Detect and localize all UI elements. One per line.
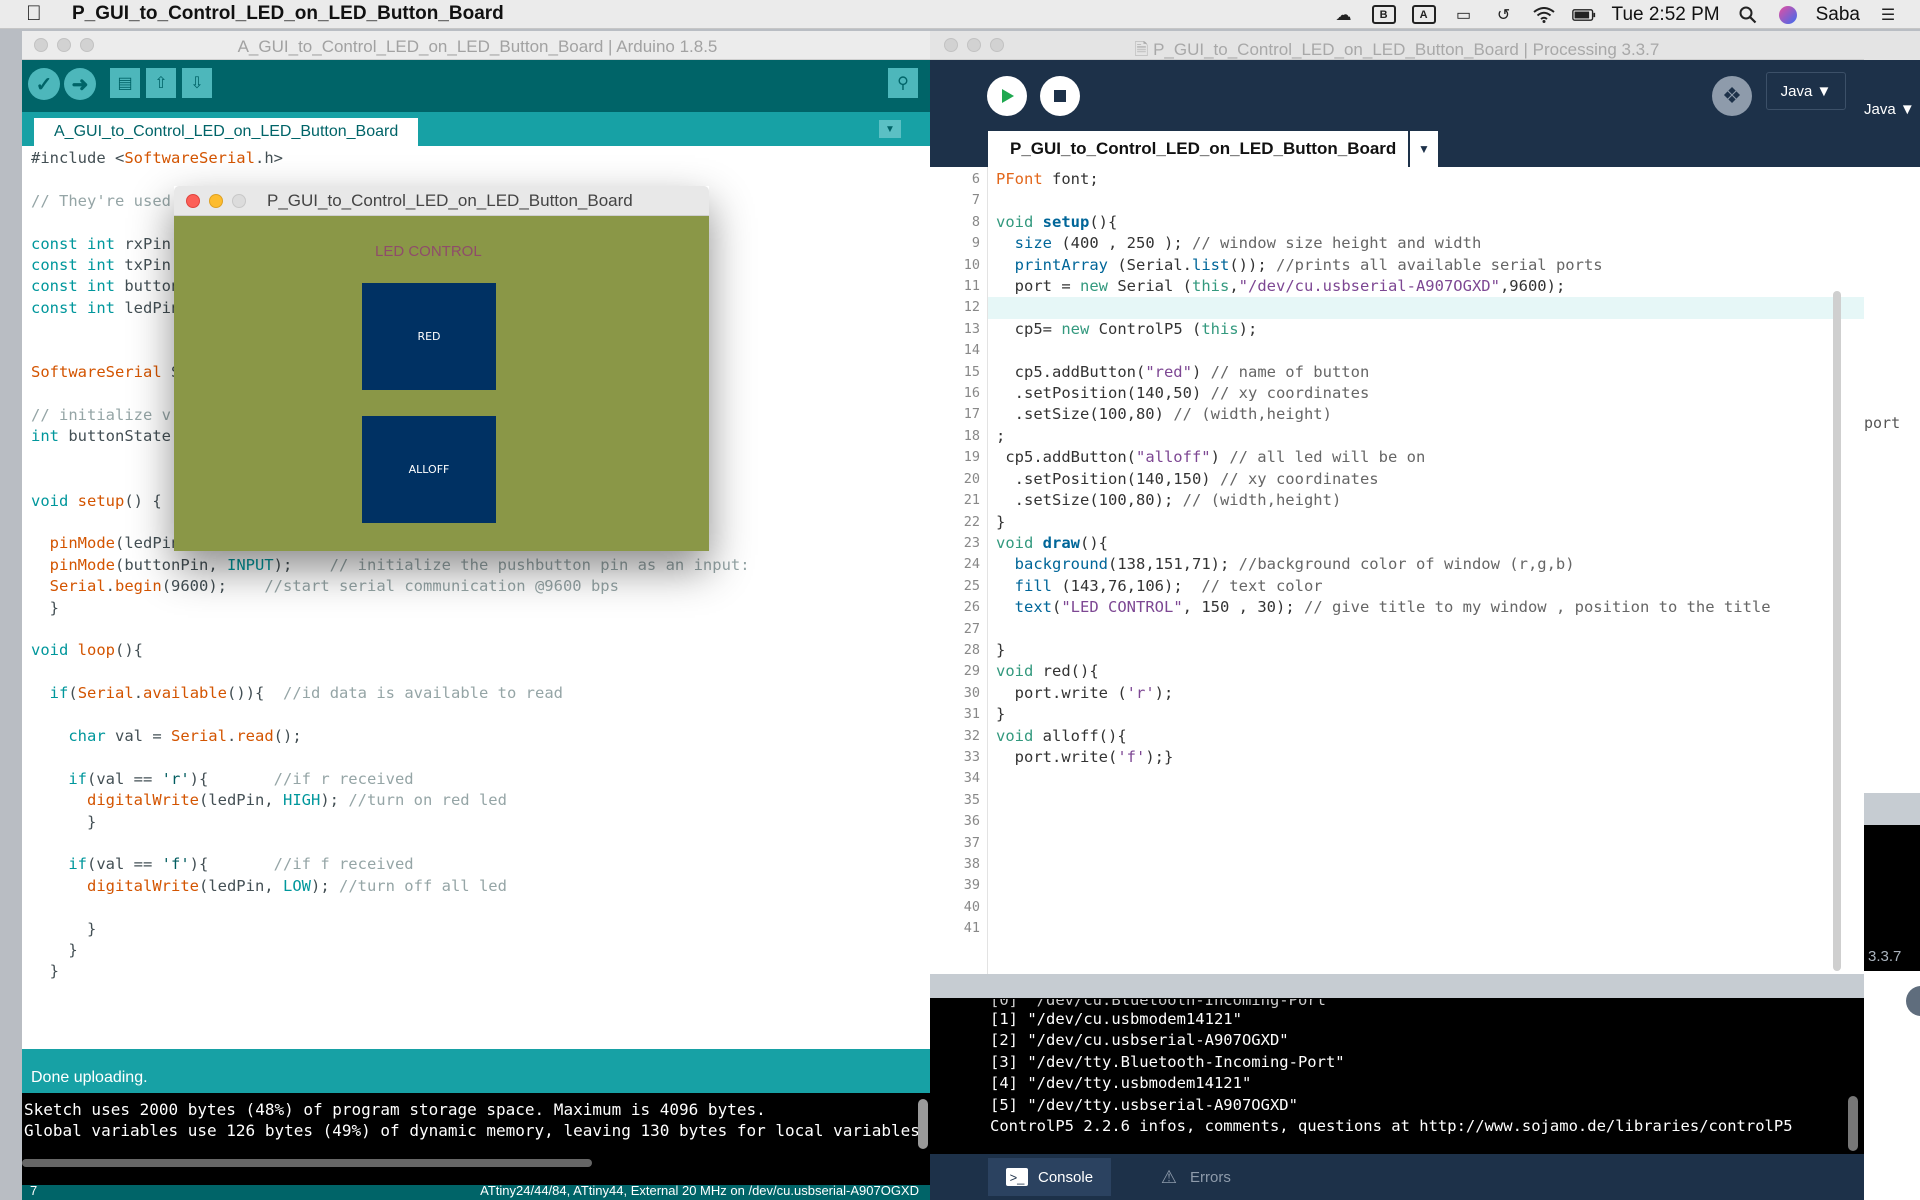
upload-button[interactable]: ➜ (64, 68, 96, 100)
line-numbers: 6 7 8 9 10 11 12 13 14 15 16 17 18 19 20… (963, 171, 980, 937)
console-divider[interactable] (930, 974, 1864, 998)
clock[interactable]: Tue 2:52 PM (1612, 4, 1720, 26)
processing-code-editor[interactable]: PFont font; void setup(){ size (400 , 25… (996, 169, 1771, 768)
airplay-icon[interactable]: ▭ (1452, 5, 1476, 25)
background-code-text: port (1864, 414, 1901, 432)
status-text: Done uploading. (31, 1069, 148, 1086)
status-area: ☁ B A ▭ ↺ Tue 2:52 PM Saba ☰ (1332, 0, 1920, 29)
console-scrollbar[interactable] (1848, 1096, 1858, 1151)
tab-menu-button[interactable]: ▼ (1410, 131, 1438, 167)
arduino-tab-bar: A_GUI_to_Control_LED_on_LED_Button_Board… (22, 112, 932, 146)
battery-icon[interactable] (1571, 5, 1596, 25)
processing-window: 🗎 P_GUI_to_Control_LED_on_LED_Button_Boa… (930, 31, 1864, 1200)
version-label: 3.3.7 (1868, 948, 1902, 965)
board-info: ATtiny24/44/84, ATtiny44, External 20 MH… (480, 1183, 919, 1198)
notification-center-icon[interactable]: ☰ (1876, 5, 1900, 25)
board-info-bar: 7 ATtiny24/44/84, ATtiny44, External 20 … (22, 1183, 932, 1200)
background-processing-window: Java ▼ port 3.3.7 (1864, 31, 1920, 1200)
background-title-bar[interactable] (1864, 31, 1920, 60)
tab-errors[interactable]: ⚠ Errors (1140, 1158, 1249, 1196)
close-button[interactable] (186, 194, 200, 208)
tab-sketch[interactable]: A_GUI_to_Control_LED_on_LED_Button_Board (34, 118, 419, 146)
console-line: [0] "/dev/cu.Bluetooth-Incoming-Port" (990, 999, 1336, 1009)
bitdefender-icon[interactable]: B (1371, 5, 1396, 24)
led-window-title: P_GUI_to_Control_LED_on_LED_Button_Board (267, 191, 633, 210)
mode-selector[interactable]: Java ▼ (1766, 72, 1846, 110)
led-control-canvas: LED CONTROL RED ALLOFF (174, 216, 709, 551)
console-line: [2] "/dev/cu.usbserial-A907OGXD" (990, 1031, 1289, 1050)
alloff-button[interactable]: ALLOFF (362, 416, 496, 523)
active-app-title[interactable]: P_GUI_to_Control_LED_on_LED_Button_Board (72, 3, 504, 25)
minimize-button[interactable] (209, 194, 223, 208)
user-name[interactable]: Saba (1816, 4, 1860, 26)
console-line: [3] "/dev/tty.Bluetooth-Incoming-Port" (990, 1052, 1345, 1071)
window-title: A_GUI_to_Control_LED_on_LED_Button_Board… (237, 37, 718, 56)
status-bar: Done uploading. (22, 1049, 932, 1093)
console-line: [1] "/dev/cu.usbmodem14121" (990, 1010, 1242, 1028)
open-button[interactable]: ⇧ (146, 68, 176, 98)
stop-button[interactable] (1040, 76, 1080, 116)
red-button[interactable]: RED (362, 283, 496, 390)
tab-sketch[interactable]: P_GUI_to_Control_LED_on_LED_Button_Board (988, 131, 1408, 167)
arduino-console[interactable]: Sketch uses 2000 bytes (48%) of program … (22, 1093, 932, 1185)
verify-button[interactable]: ✓ (28, 68, 60, 100)
processing-title-bar[interactable]: 🗎 P_GUI_to_Control_LED_on_LED_Button_Boa… (930, 31, 1864, 60)
time-machine-icon[interactable]: ↺ (1492, 5, 1516, 25)
siri-icon[interactable] (1776, 5, 1800, 25)
save-button[interactable]: ⇩ (182, 68, 212, 98)
wifi-icon[interactable] (1532, 5, 1556, 25)
console-horizontal-scrollbar[interactable] (22, 1159, 592, 1167)
apple-icon[interactable]:  (26, 2, 50, 26)
document-icon: 🗎 (1134, 40, 1149, 59)
processing-footer: >_ Console ⚠ Errors (930, 1154, 1864, 1200)
editor-vertical-scrollbar[interactable] (1833, 291, 1841, 971)
led-window-title-bar[interactable]: P_GUI_to_Control_LED_on_LED_Button_Board (174, 186, 709, 216)
console-icon: >_ (1006, 1168, 1028, 1186)
processing-console[interactable]: [0] "/dev/cu.Bluetooth-Incoming-Port" [1… (930, 998, 1864, 1154)
led-control-window: P_GUI_to_Control_LED_on_LED_Button_Board… (174, 186, 709, 551)
console-line: Global variables use 126 bytes (49%) of … (24, 1121, 930, 1141)
arduino-toolbar: ✓ ➜ ▤ ⇧ ⇩ ⚲ (22, 60, 932, 112)
background-button[interactable] (1906, 986, 1920, 1016)
console-line: ControlP5 2.2.6 infos, comments, questio… (990, 1117, 1793, 1136)
background-divider (1864, 793, 1920, 825)
serial-monitor-button[interactable]: ⚲ (888, 68, 918, 98)
new-sketch-button[interactable]: ▤ (110, 68, 140, 98)
background-header: Java ▼ (1864, 60, 1920, 167)
debug-icon[interactable]: ❖ (1712, 76, 1752, 116)
spotlight-search-icon[interactable] (1736, 5, 1760, 25)
console-vertical-scrollbar[interactable] (918, 1099, 928, 1149)
console-line: [5] "/dev/tty.usbserial-A907OGXD" (990, 1095, 1298, 1114)
console-line: Sketch uses 2000 bytes (48%) of program … (24, 1100, 766, 1119)
tab-menu-button[interactable]: ▼ (879, 120, 901, 138)
adobe-icon[interactable]: A (1411, 5, 1436, 24)
tab-console[interactable]: >_ Console (988, 1158, 1112, 1196)
zoom-button[interactable] (232, 194, 246, 208)
arduino-title-bar[interactable]: A_GUI_to_Control_LED_on_LED_Button_Board… (22, 31, 932, 60)
console-line: [4] "/dev/tty.usbmodem14121" (990, 1074, 1252, 1093)
creative-cloud-icon[interactable]: ☁ (1332, 5, 1356, 25)
line-number: 7 (30, 1183, 38, 1198)
run-button[interactable] (987, 76, 1027, 116)
menu-bar:  P_GUI_to_Control_LED_on_LED_Button_Boa… (0, 0, 1920, 29)
warning-icon: ⚠ (1160, 1166, 1178, 1187)
background-mode-selector[interactable]: Java ▼ (1864, 101, 1915, 118)
led-control-heading: LED CONTROL (375, 243, 482, 260)
